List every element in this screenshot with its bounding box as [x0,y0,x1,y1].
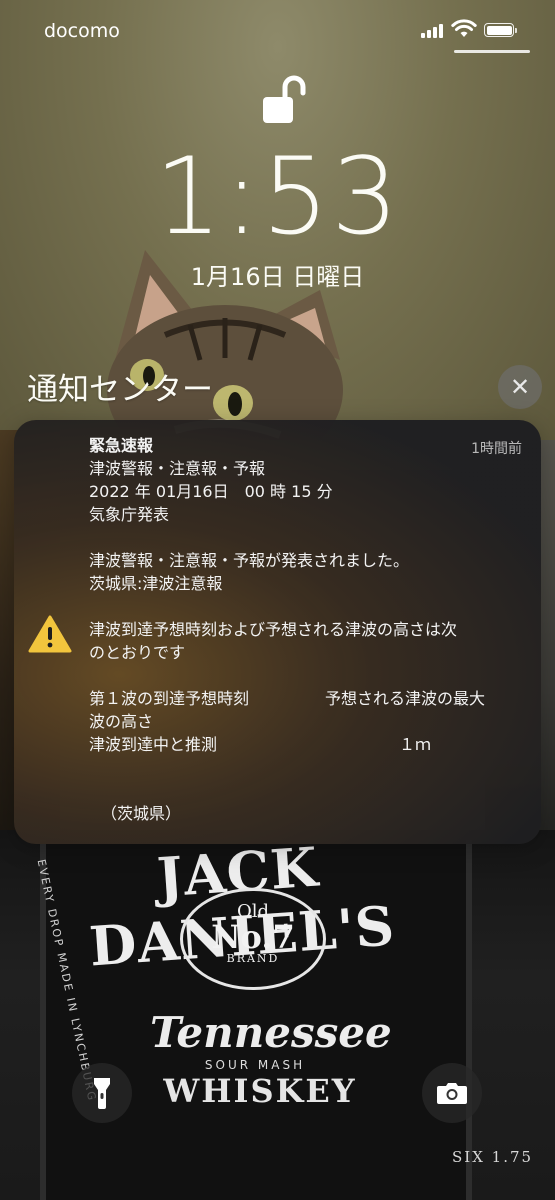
header-arrival-time: 第１波の到達予想時刻 [89,689,250,708]
control-center-indicator[interactable] [454,50,530,53]
header-max-height: 予想される津波の最大 [325,689,486,708]
notification-line: のとおりです [89,643,186,662]
emergency-alert-notification[interactable]: 1時間前 緊急速報 津波警報・注意報・予報 2022 年 01月16日 00 時… [14,420,541,844]
lock-date: 1月16日 日曜日 [190,263,365,291]
wifi-icon [451,19,477,37]
whiskey-name: Tennessee [150,1008,392,1057]
notification-line: 気象庁発表 [89,505,170,524]
flashlight-icon [94,1078,110,1109]
notification-title: 緊急速報 [89,436,154,455]
camera-button[interactable] [422,1063,482,1123]
whiskey-type: WHISKEY [163,1072,357,1110]
row-arrival-time: 津波到達中と推測 [89,735,218,754]
signal-icon [421,22,445,38]
battery-icon [484,23,517,37]
notification-line: 2022 年 01月16日 00 時 15 分 [89,482,333,501]
carrier-name: docomo [44,20,120,42]
notification-line: 津波警報・注意報・予報 [89,459,266,478]
unlocked-icon [263,75,306,123]
notification-line: 茨城県:津波注意報 [89,574,223,593]
notification-body: 緊急速報 津波警報・注意報・予報 2022 年 01月16日 00 時 15 分… [89,434,519,825]
status-bar: docomo [0,0,555,60]
notification-footer: （茨城県） [101,804,182,823]
notification-line: 津波到達予想時刻および予想される津波の高さは次 [89,620,458,639]
clear-notifications-button[interactable]: ✕ [498,365,542,409]
camera-icon [437,1083,467,1104]
warning-icon [28,615,72,653]
close-icon: ✕ [509,373,531,401]
whiskey-size: SIX 1.75 [452,1148,534,1166]
forecast-table-row: 津波到達中と推測 １ｍ [89,733,519,756]
header-wrap: 波の高さ [89,712,154,731]
lock-time: 1:53 [154,135,401,258]
notification-line: 津波警報・注意報・予報が発表されました。 [89,551,410,570]
forecast-table-header: 第１波の到達予想時刻 予想される津波の最大 [89,687,519,710]
badge-sub: BRAND [226,952,280,965]
badge-main: No.7 [211,918,295,956]
whiskey-sub: SOUR MASH [204,1058,306,1072]
row-max-height: １ｍ [399,735,432,754]
flashlight-button[interactable] [72,1063,132,1123]
notification-center-title: 通知センター [27,372,213,408]
whiskey-badge: Old No.7 BRAND [180,888,326,990]
